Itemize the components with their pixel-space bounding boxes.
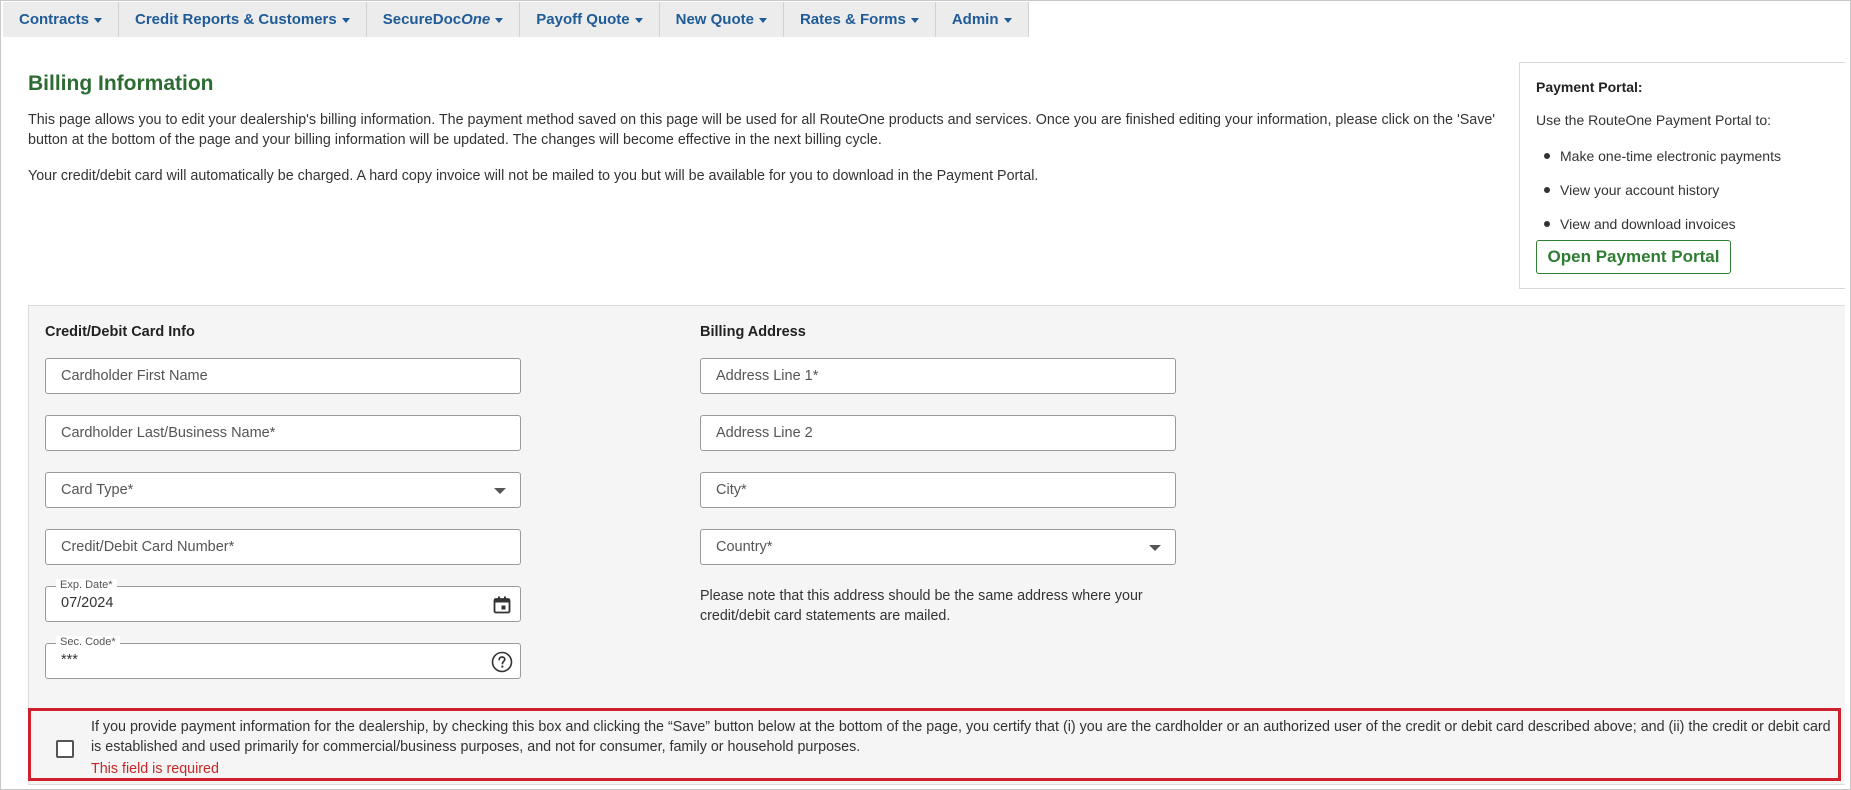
required-error-message: This field is required — [91, 761, 219, 777]
cardholder-first-name-field — [45, 358, 521, 394]
card-info-heading: Credit/Debit Card Info — [45, 324, 195, 340]
cardholder-last-name-field — [45, 415, 521, 451]
card-type-select[interactable]: Card Type* — [45, 472, 521, 508]
intro-paragraph: Your credit/debit card will automaticall… — [28, 168, 1039, 184]
nav-new-quote[interactable]: New Quote — [660, 2, 784, 37]
page-title: Billing Information — [28, 72, 214, 95]
nav-contracts[interactable]: Contracts — [3, 2, 120, 37]
address-line-1-input[interactable] — [701, 359, 1175, 393]
security-code-label: Sec. Code* — [56, 636, 120, 649]
card-type-value: Card Type* — [61, 482, 134, 498]
city-input[interactable] — [701, 473, 1175, 507]
portal-list: Make one-time electronic payments View y… — [1544, 146, 1781, 248]
nav-label: Rates & Forms — [799, 11, 906, 28]
exp-date-field[interactable]: Exp. Date* 07/2024 — [45, 579, 521, 622]
caret-down-icon — [1003, 18, 1012, 23]
caret-down-icon — [758, 18, 767, 23]
country-value: Country* — [716, 539, 773, 555]
nav-label: Contracts — [19, 11, 90, 28]
cardholder-last-name-input[interactable] — [46, 416, 520, 450]
nav-label: Payoff Quote — [536, 11, 630, 28]
nav-rates-forms[interactable]: Rates & Forms — [784, 2, 936, 37]
top-nav: Contracts Credit Reports & Customers Sec… — [3, 2, 1029, 37]
help-icon[interactable] — [490, 650, 514, 674]
intro-text: This page allows you to edit your dealer… — [28, 110, 1508, 186]
dropdown-arrow-icon — [494, 488, 506, 494]
nav-label: Credit Reports & Customers — [135, 11, 337, 28]
country-select[interactable]: Country* — [700, 529, 1176, 565]
portal-description: Use the RouteOne Payment Portal to: — [1536, 112, 1772, 128]
exp-date-value: 07/2024 — [61, 595, 114, 611]
certification-checkbox[interactable] — [56, 740, 74, 758]
address-line-2-input[interactable] — [701, 416, 1175, 450]
caret-down-icon — [94, 18, 103, 23]
caret-down-icon — [341, 18, 350, 23]
nav-credit-reports-customers[interactable]: Credit Reports & Customers — [119, 2, 367, 37]
exp-date-label: Exp. Date* — [56, 579, 117, 592]
list-item: Make one-time electronic payments — [1544, 146, 1781, 180]
nav-securedocone[interactable]: SecureDoc One — [367, 2, 521, 37]
card-number-field — [45, 529, 521, 565]
portal-title: Payment Portal: — [1536, 79, 1643, 95]
address-note: Please note that this address should be … — [700, 588, 1143, 624]
caret-down-icon — [910, 18, 919, 23]
nav-label: New Quote — [675, 11, 754, 28]
nav-label-italic: One — [461, 11, 491, 28]
certification-box: If you provide payment information for t… — [28, 708, 1841, 781]
nav-label: Admin — [951, 11, 999, 28]
caret-down-icon — [634, 18, 643, 23]
address-line-1-field — [700, 358, 1176, 394]
nav-payoff-quote[interactable]: Payoff Quote — [520, 2, 660, 37]
list-item: View your account history — [1544, 180, 1781, 214]
cardholder-first-name-input[interactable] — [46, 359, 520, 393]
address-line-2-field — [700, 415, 1176, 451]
intro-paragraph: This page allows you to edit your dealer… — [28, 112, 1496, 148]
card-number-input[interactable] — [46, 530, 520, 564]
payment-portal-panel: Payment Portal: Use the RouteOne Payment… — [1519, 62, 1845, 289]
billing-address-heading: Billing Address — [700, 324, 806, 340]
security-code-field[interactable]: Sec. Code* *** — [45, 636, 521, 679]
nav-label: SecureDoc — [382, 11, 462, 28]
open-payment-portal-button[interactable]: Open Payment Portal — [1536, 240, 1731, 274]
caret-down-icon — [495, 18, 504, 23]
dropdown-arrow-icon — [1149, 545, 1161, 551]
security-code-value: *** — [61, 652, 78, 668]
calendar-icon[interactable] — [490, 593, 514, 617]
certification-text: If you provide payment information for t… — [91, 719, 1831, 755]
city-field — [700, 472, 1176, 508]
nav-admin[interactable]: Admin — [936, 2, 1029, 37]
